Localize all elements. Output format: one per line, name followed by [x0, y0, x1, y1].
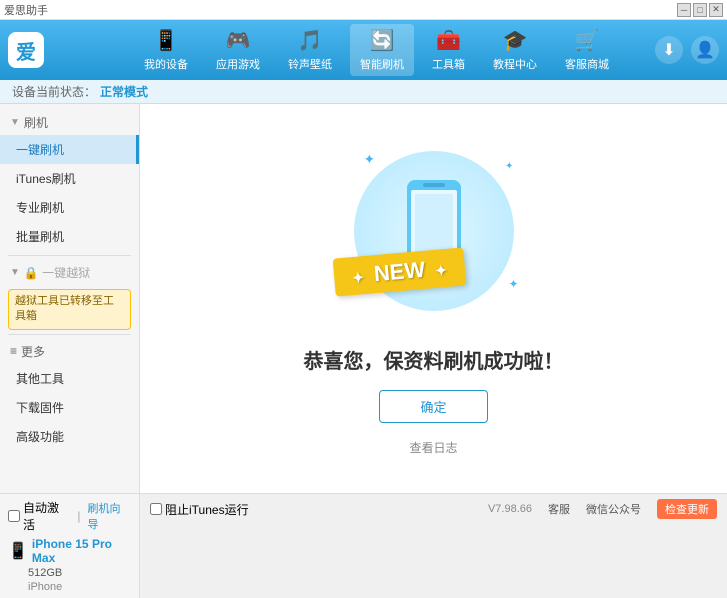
- block-itunes-row: 阻止iTunes运行: [150, 501, 249, 518]
- sidebar-item-other-tools[interactable]: 其他工具: [0, 364, 139, 393]
- status-value: 正常模式: [100, 83, 148, 100]
- sidebar-item-one-key-flash[interactable]: 一键刷机: [0, 135, 139, 164]
- support-link[interactable]: 客服: [548, 501, 570, 517]
- guide-link[interactable]: 刷机向导: [88, 500, 131, 532]
- device-type: iPhone: [8, 581, 131, 593]
- nav-item-store[interactable]: 🛒 客服商城: [555, 24, 619, 76]
- sidebar-item-download-firmware[interactable]: 下载固件: [0, 393, 139, 422]
- log-link[interactable]: 查看日志: [409, 439, 457, 456]
- top-nav: 爱 📱 我的设备 🎮 应用游戏 🎵 铃声壁纸 🔄 智能刷机 🧰 工具箱 🎓 教程…: [0, 20, 727, 80]
- user-button[interactable]: 👤: [691, 36, 719, 64]
- expand-icon-3: ≡: [10, 344, 17, 358]
- nav-label-app-game: 应用游戏: [216, 56, 260, 72]
- version-label: V7.98.66: [488, 503, 532, 515]
- nav-right: ⬇ 👤: [655, 36, 719, 64]
- more-group-header: ≡ 更多: [0, 339, 139, 364]
- sidebar-divider-1: [8, 255, 131, 256]
- nav-item-toolbox[interactable]: 🧰 工具箱: [422, 24, 475, 76]
- store-icon: 🛒: [575, 28, 600, 53]
- auto-connect-row: 自动激活 | 刷机向导: [8, 499, 131, 533]
- nav-label-my-device: 我的设备: [144, 56, 188, 72]
- expand-icon-2: ▼: [10, 267, 20, 278]
- device-storage: 512GB: [8, 567, 131, 579]
- nav-item-smart-flash[interactable]: 🔄 智能刷机: [350, 24, 414, 76]
- auto-connect-label: 自动激活: [23, 499, 70, 533]
- update-button[interactable]: 检查更新: [657, 499, 717, 519]
- nav-label-toolbox: 工具箱: [432, 56, 465, 72]
- window-controls: ─ □ ✕: [677, 3, 723, 17]
- logo-area: 爱: [8, 32, 98, 68]
- main-layout: ▼ 刷机 一键刷机 iTunes刷机 专业刷机 批量刷机 ▼ 🔒 一键越狱: [0, 104, 727, 493]
- expand-icon: ▼: [10, 117, 20, 128]
- more-section: ≡ 更多 其他工具 下载固件 高级功能: [0, 339, 139, 451]
- phone-container: ✦ ✦ ✦: [334, 141, 534, 321]
- device-panel: 自动激活 | 刷机向导 📱 iPhone 15 Pro Max 512GB iP…: [0, 494, 140, 598]
- app-title: 爱思助手: [4, 2, 48, 18]
- my-device-icon: 📱: [154, 28, 179, 53]
- flash-section: ▼ 刷机 一键刷机 iTunes刷机 专业刷机 批量刷机: [0, 110, 139, 251]
- phone-svg-wrap: NEW: [354, 151, 514, 311]
- wechat-link[interactable]: 微信公众号: [586, 501, 641, 517]
- nav-label-store: 客服商城: [565, 56, 609, 72]
- phone-icon: 📱: [8, 541, 28, 561]
- maximize-button[interactable]: □: [693, 3, 707, 17]
- sidebar-item-pro-flash[interactable]: 专业刷机: [0, 193, 139, 222]
- close-button[interactable]: ✕: [709, 3, 723, 17]
- nav-items: 📱 我的设备 🎮 应用游戏 🎵 铃声壁纸 🔄 智能刷机 🧰 工具箱 🎓 教程中心…: [98, 24, 655, 76]
- nav-label-ringtone: 铃声壁纸: [288, 56, 332, 72]
- block-itunes-checkbox[interactable]: [150, 503, 162, 515]
- footer-right: V7.98.66 客服 微信公众号 检查更新: [488, 499, 717, 519]
- logo-icon: 爱: [8, 32, 44, 68]
- minimize-button[interactable]: ─: [677, 3, 691, 17]
- success-title: 恭喜您，保资料刷机成功啦！: [304, 345, 564, 374]
- device-name: iPhone 15 Pro Max: [32, 537, 131, 565]
- block-itunes-label: 阻止iTunes运行: [165, 501, 249, 518]
- nav-item-app-game[interactable]: 🎮 应用游戏: [206, 24, 270, 76]
- more-header-label: 更多: [21, 343, 45, 360]
- status-bar: 设备当前状态： 正常模式: [0, 80, 727, 104]
- bottom-main: 阻止iTunes运行 V7.98.66 客服 微信公众号 检查更新: [140, 494, 727, 524]
- jailbreak-header-label: 🔒 一键越狱: [24, 264, 90, 281]
- smart-flash-icon: 🔄: [370, 28, 395, 53]
- app-game-icon: 🎮: [226, 28, 251, 53]
- jailbreak-section: ▼ 🔒 一键越狱 越狱工具已转移至工具箱: [0, 260, 139, 330]
- status-label: 设备当前状态：: [12, 83, 96, 100]
- nav-item-ringtone[interactable]: 🎵 铃声壁纸: [278, 24, 342, 76]
- jailbreak-note: 越狱工具已转移至工具箱: [8, 289, 131, 330]
- tutorial-icon: 🎓: [503, 28, 528, 53]
- bottom-section: 自动激活 | 刷机向导 📱 iPhone 15 Pro Max 512GB iP…: [0, 493, 727, 598]
- download-button[interactable]: ⬇: [655, 36, 683, 64]
- sidebar-item-advanced[interactable]: 高级功能: [0, 422, 139, 451]
- jailbreak-group-header: ▼ 🔒 一键越狱: [0, 260, 139, 285]
- title-bar-left: 爱思助手: [4, 2, 48, 18]
- nav-label-smart-flash: 智能刷机: [360, 56, 404, 72]
- nav-item-tutorial[interactable]: 🎓 教程中心: [483, 24, 547, 76]
- sidebar-item-itunes-flash[interactable]: iTunes刷机: [0, 164, 139, 193]
- sidebar-divider-2: [8, 334, 131, 335]
- confirm-button[interactable]: 确定: [379, 390, 487, 423]
- nav-item-my-device[interactable]: 📱 我的设备: [134, 24, 198, 76]
- main-content: ✦ ✦ ✦: [140, 104, 727, 493]
- title-bar: 爱思助手 ─ □ ✕: [0, 0, 727, 20]
- success-illustration: ✦ ✦ ✦: [304, 141, 564, 456]
- nav-label-tutorial: 教程中心: [493, 56, 537, 72]
- flash-group-header: ▼ 刷机: [0, 110, 139, 135]
- device-name-row: 📱 iPhone 15 Pro Max: [8, 537, 131, 565]
- flash-header-label: 刷机: [24, 114, 48, 131]
- ringtone-icon: 🎵: [298, 28, 323, 53]
- toolbox-icon: 🧰: [436, 28, 461, 53]
- sidebar-item-batch-flash[interactable]: 批量刷机: [0, 222, 139, 251]
- sidebar: ▼ 刷机 一键刷机 iTunes刷机 专业刷机 批量刷机 ▼ 🔒 一键越狱: [0, 104, 140, 493]
- auto-connect-checkbox[interactable]: [8, 510, 20, 522]
